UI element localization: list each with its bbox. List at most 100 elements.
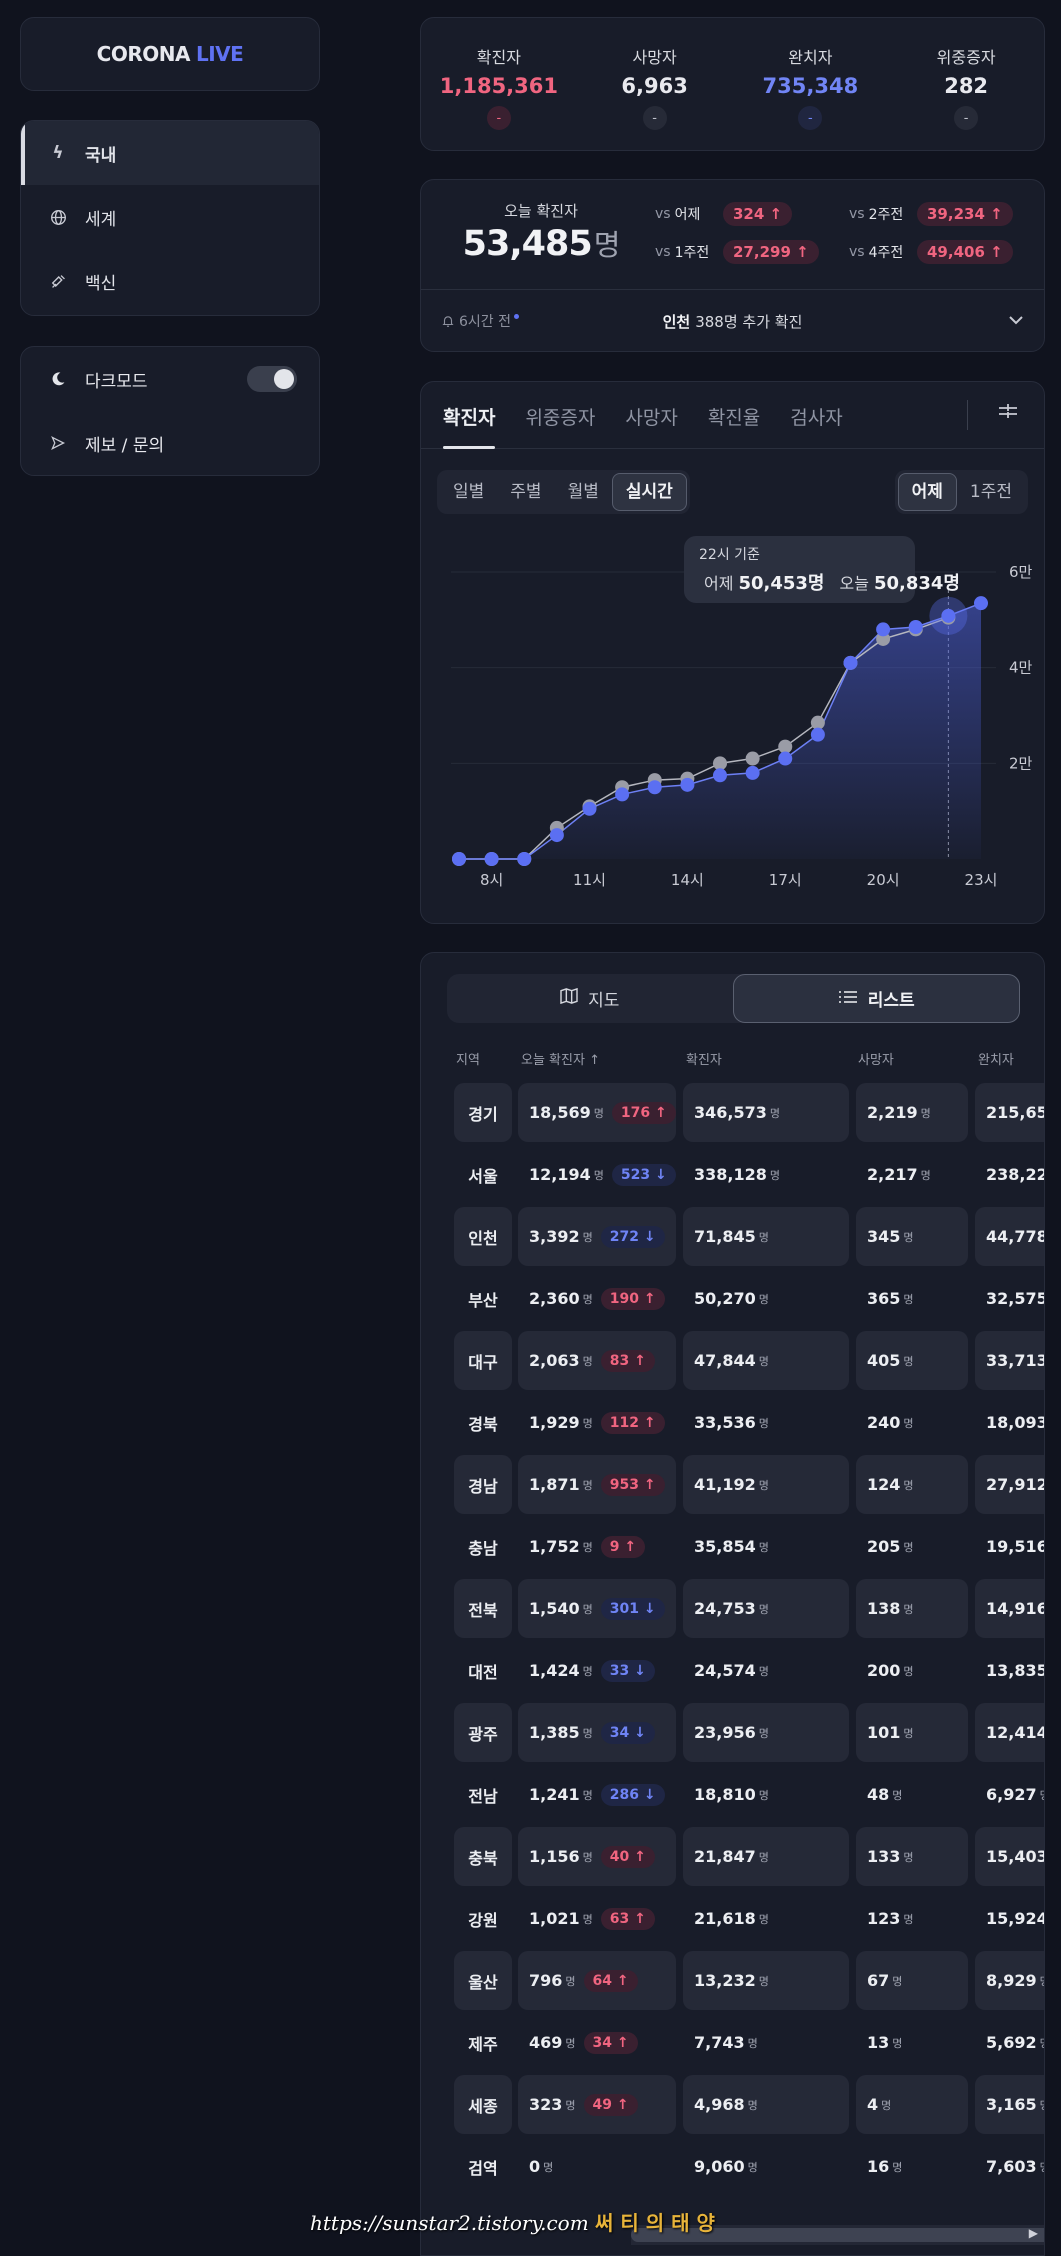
- delta-badge: 40 ↑: [600, 1845, 655, 1868]
- view-map-button[interactable]: 지도: [447, 974, 733, 1023]
- tab-critical[interactable]: 위중증자: [525, 403, 595, 448]
- stat-label: 위중증자: [936, 48, 996, 67]
- cell-confirmed: 33,536 명: [694, 1413, 769, 1432]
- table-row[interactable]: 인천3,392명272 ↓71,845명345명44,778명: [421, 1205, 1044, 1267]
- table-row[interactable]: 전남 1,241명286 ↓ 18,810명 48명 6,927명: [421, 1763, 1044, 1825]
- compare-yesterday[interactable]: 어제: [897, 473, 957, 511]
- delta-badge: 33 ↓: [600, 1659, 655, 1682]
- today-area: [459, 603, 981, 859]
- delta-badge: 9 ↑: [600, 1535, 646, 1558]
- sidebar-item-world[interactable]: 세계: [21, 185, 319, 249]
- delta-badge: 83 ↑: [600, 1349, 655, 1372]
- cell-today: 1,540 명 301 ↓: [518, 1579, 676, 1638]
- col-today[interactable]: 오늘 확진자 ↑: [521, 1049, 600, 1068]
- today-point: [908, 620, 923, 635]
- cell-confirmed: 338,128 명: [694, 1165, 780, 1184]
- tab-deaths[interactable]: 사망자: [625, 403, 677, 448]
- cell-deaths: 67 명: [856, 1951, 968, 2010]
- x-tick-label: 17시: [769, 871, 802, 889]
- cell-region: 광주: [454, 1703, 512, 1762]
- cell-recovered: 18,093명: [986, 1413, 1045, 1432]
- x-tick-label: 11시: [573, 871, 606, 889]
- cell-recovered: 33,713명: [975, 1331, 1044, 1390]
- period-weekly[interactable]: 주별: [497, 473, 554, 511]
- col-confirmed[interactable]: 확진자: [686, 1049, 722, 1068]
- col-deaths[interactable]: 사망자: [858, 1049, 894, 1068]
- cell-deaths: 124 명: [856, 1455, 968, 1514]
- logo[interactable]: CORONA LIVE: [20, 17, 320, 91]
- compare-1week[interactable]: 1주전: [957, 473, 1025, 511]
- view-list-button[interactable]: 리스트: [732, 974, 1020, 1023]
- ticker-message: 인천 388명 추가 확진: [662, 312, 803, 331]
- table-row[interactable]: 경기18,569명176 ↑346,573명2,219명215,650명: [421, 1081, 1044, 1143]
- table-row[interactable]: 부산 2,360명190 ↑ 50,270명 365명 32,575명: [421, 1267, 1044, 1329]
- x-tick-label: 14시: [671, 871, 704, 889]
- y-tick-label: 4만: [1009, 659, 1033, 677]
- tab-tests[interactable]: 검사자: [790, 403, 842, 448]
- table-row[interactable]: 전북1,540명301 ↓24,753명138명14,916명: [421, 1577, 1044, 1639]
- region-table-card: 지도 리스트 지역 오늘 확진자 ↑ 확진자 사망자 완치자 경기 18,569 명…: [420, 952, 1045, 2256]
- table-row[interactable]: 충남 1,752명9 ↑ 35,854명 205명 19,516명: [421, 1515, 1044, 1577]
- table-row[interactable]: 경북 1,929명112 ↑ 33,536명 240명 18,093명: [421, 1391, 1045, 1453]
- sidebar-item-vaccine[interactable]: 백신: [21, 249, 319, 313]
- tab-positivity[interactable]: 확진율: [708, 403, 760, 448]
- cell-confirmed: 21,618 명: [694, 1909, 769, 1928]
- today-point: [778, 751, 793, 766]
- cell-recovered: 3,165명: [975, 2075, 1044, 2134]
- cell-region: 충남: [468, 1538, 498, 1558]
- cell-today: 1,021 명 63 ↑: [518, 1889, 676, 1948]
- table-row[interactable]: 대구2,063명83 ↑47,844명405명33,713명: [421, 1329, 1044, 1391]
- cell-deaths: 13 명: [867, 2033, 903, 2052]
- table-row[interactable]: 제주 469명34 ↑ 7,743명 13명 5,692명: [421, 2011, 1044, 2073]
- delta-badge: 176 ↑: [611, 1101, 676, 1124]
- vs-2week: vs 2주전 39,234 ↑: [849, 202, 1013, 226]
- delta-badge: 301 ↓: [600, 1597, 665, 1620]
- cell-today: 796 명 64 ↑: [518, 1951, 676, 2010]
- toggle-knob: [274, 369, 294, 389]
- cell-today: 1,752 명 9 ↑: [518, 1517, 676, 1576]
- today-point: [452, 852, 466, 866]
- sidebar-item-domestic[interactable]: ϟ 국내: [21, 121, 319, 185]
- live-ticker[interactable]: 6시간 전 인천 388명 추가 확진: [421, 290, 1044, 352]
- cell-deaths: 2,217 명: [867, 1165, 931, 1184]
- stat-value: 735,348: [762, 74, 859, 98]
- table-row[interactable]: 대전 1,424명33 ↓ 24,574명 200명 13,835명: [421, 1639, 1044, 1701]
- yesterday-point: [713, 756, 727, 771]
- period-monthly[interactable]: 월별: [555, 473, 612, 511]
- vs-badge: 324 ↑: [723, 202, 793, 226]
- table-row[interactable]: 울산796명64 ↑13,232명67명8,929명: [421, 1949, 1044, 2011]
- delta-badge: 34 ↓: [600, 1721, 655, 1744]
- scroll-right-arrow-icon[interactable]: ▶: [1029, 2226, 1038, 2240]
- cell-recovered: 7,603명: [986, 2157, 1044, 2176]
- sidebar-item-label: 국내: [85, 145, 117, 166]
- today-label: 오늘 확진자: [504, 202, 578, 220]
- cell-region: 대전: [468, 1662, 498, 1682]
- list-icon: [838, 989, 858, 1009]
- table-row[interactable]: 검역 0명 9,060명 16명 7,603명: [421, 2135, 1044, 2197]
- filter-icon[interactable]: [998, 402, 1018, 425]
- table-row[interactable]: 충북1,156명40 ↑21,847명133명15,403명: [421, 1825, 1044, 1887]
- period-daily[interactable]: 일별: [440, 473, 497, 511]
- table-row[interactable]: 경남1,871명953 ↑41,192명124명27,912명: [421, 1453, 1044, 1515]
- cell-confirmed: 346,573 명: [683, 1083, 849, 1142]
- table-row[interactable]: 강원 1,021명63 ↑ 21,618명 123명 15,924명: [421, 1887, 1044, 1949]
- col-region[interactable]: 지역: [456, 1049, 480, 1068]
- report-link[interactable]: 제보 / 문의: [21, 411, 319, 475]
- watermark: https://sunstar2.tistory.com 써 티 의 태 양: [310, 2211, 715, 2235]
- dark-mode-row[interactable]: 다크모드: [21, 347, 319, 411]
- tab-confirmed[interactable]: 확진자: [443, 403, 496, 449]
- period-realtime[interactable]: 실시간: [611, 473, 687, 511]
- table-row[interactable]: 세종323명49 ↑4,968명4명3,165명: [421, 2073, 1044, 2135]
- delta-badge: 272 ↓: [600, 1225, 665, 1248]
- cell-confirmed: 24,574 명: [694, 1661, 769, 1680]
- cell-recovered: 12,414명: [975, 1703, 1044, 1762]
- cell-recovered: 27,912명: [975, 1455, 1044, 1514]
- cell-confirmed: 18,810 명: [694, 1785, 769, 1804]
- cell-region: 인천: [454, 1207, 512, 1266]
- dark-mode-toggle[interactable]: [247, 366, 297, 392]
- table-row[interactable]: 광주1,385명34 ↓23,956명101명12,414명: [421, 1701, 1044, 1763]
- col-recovered[interactable]: 완치자: [978, 1049, 1014, 1068]
- cell-recovered: 15,403명: [975, 1827, 1044, 1886]
- today-point: [680, 777, 695, 792]
- table-row[interactable]: 서울 12,194명523 ↓ 338,128명 2,217명 238,229명: [421, 1143, 1044, 1205]
